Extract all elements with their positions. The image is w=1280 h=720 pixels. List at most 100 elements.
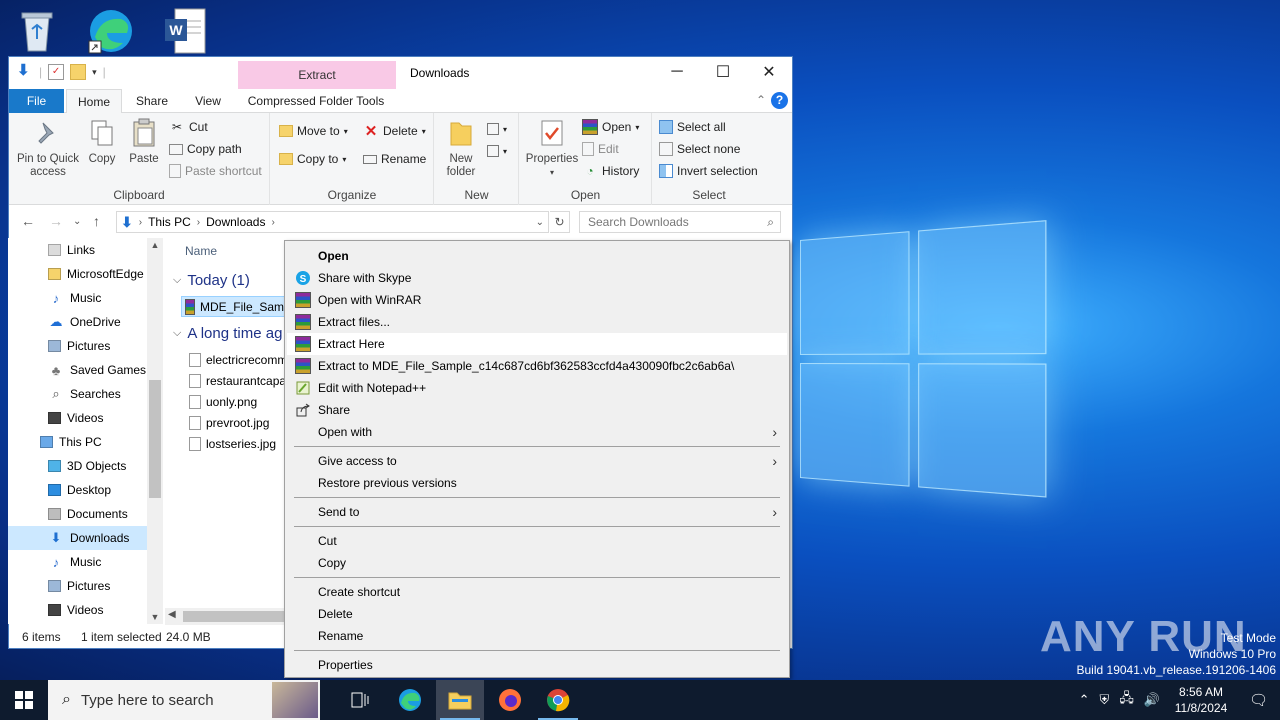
notification-icon[interactable]: 🗨 bbox=[1249, 691, 1268, 709]
menu-item-edit-with-notepad-plus-plus[interactable]: Edit with Notepad++ bbox=[287, 377, 787, 399]
network-icon[interactable]: 🖧 bbox=[1119, 689, 1134, 711]
menu-item-open-with-winrar[interactable]: Open with WinRAR bbox=[287, 289, 787, 311]
edge-shortcut-icon[interactable] bbox=[86, 6, 136, 56]
sidebar-item-music[interactable]: ♪ Music bbox=[8, 550, 147, 574]
nav-scrollbar-thumb[interactable] bbox=[149, 380, 161, 498]
close-button[interactable]: ✕ bbox=[746, 57, 792, 87]
menu-item-rename[interactable]: Rename bbox=[287, 625, 787, 647]
list-item[interactable]: MDE_File_Sam bbox=[181, 296, 285, 317]
tab-compressed-folder-tools[interactable]: Compressed Folder Tools bbox=[241, 89, 391, 113]
task-view-icon[interactable] bbox=[336, 680, 384, 720]
menu-item-share-with-skype[interactable]: S Share with Skype bbox=[287, 267, 787, 289]
recent-locations-icon[interactable]: ⌄ bbox=[73, 216, 81, 227]
taskbar-search-input[interactable]: ⌕ Type here to search bbox=[48, 680, 320, 720]
address-dropdown-icon[interactable]: ⌄ bbox=[536, 217, 544, 228]
file-explorer-taskbar-icon[interactable] bbox=[436, 680, 484, 720]
taskbar-clock[interactable]: 8:56 AM 11/8/2024 bbox=[1166, 684, 1236, 716]
tab-view[interactable]: View bbox=[185, 89, 231, 113]
tab-file[interactable]: File bbox=[9, 89, 64, 113]
cut-button[interactable]: ✂ Cut bbox=[169, 117, 208, 137]
chrome-taskbar-icon[interactable] bbox=[534, 680, 582, 720]
copy-path-button[interactable]: Copy path bbox=[169, 139, 242, 159]
show-hidden-icons-icon[interactable]: ⌃ bbox=[1079, 692, 1090, 708]
rename-button[interactable]: Rename bbox=[363, 149, 426, 169]
sidebar-item-pictures[interactable]: Pictures bbox=[8, 574, 147, 598]
sidebar-item-documents[interactable]: Documents bbox=[8, 502, 147, 526]
group-a-long-time-ago[interactable]: ⌵ A long time ag bbox=[173, 325, 282, 342]
sidebar-item-videos[interactable]: Videos bbox=[8, 598, 147, 622]
sidebar-item-this-pc[interactable]: This PC bbox=[8, 430, 147, 454]
refresh-icon[interactable]: ↻ bbox=[550, 211, 570, 233]
select-all-button[interactable]: Select all bbox=[659, 117, 726, 137]
minimize-button[interactable]: ─ bbox=[654, 57, 700, 87]
sidebar-item-downloads[interactable]: ⬇ Downloads bbox=[8, 526, 147, 550]
sidebar-item-pictures[interactable]: Pictures bbox=[8, 334, 147, 358]
up-arrow-icon[interactable]: ↑ bbox=[93, 213, 100, 229]
sidebar-item-3d-objects[interactable]: 3D Objects bbox=[8, 454, 147, 478]
firefox-taskbar-icon[interactable] bbox=[486, 680, 534, 720]
nav-scrollbar[interactable]: ▲ ▼ bbox=[147, 238, 163, 624]
menu-item-extract-to-folder[interactable]: Extract to MDE_File_Sample_c14c687cd6bf3… bbox=[287, 355, 787, 377]
invert-selection-button[interactable]: Invert selection bbox=[659, 161, 758, 181]
horizontal-scrollbar-thumb[interactable] bbox=[183, 611, 293, 622]
properties-checkmark-icon[interactable]: ✓ bbox=[48, 64, 65, 80]
paste-button[interactable]: Paste bbox=[127, 117, 161, 166]
menu-item-send-to[interactable]: Send to › bbox=[287, 501, 787, 523]
tab-share[interactable]: Share bbox=[129, 89, 175, 113]
menu-item-open-with[interactable]: Open with › bbox=[287, 421, 787, 443]
customize-qat-icon[interactable]: ▾ bbox=[92, 67, 97, 78]
select-none-button[interactable]: Select none bbox=[659, 139, 740, 159]
menu-item-extract-here[interactable]: Extract Here bbox=[287, 333, 787, 355]
breadcrumb-this-pc[interactable]: This PC bbox=[148, 215, 191, 229]
sidebar-item-onedrive[interactable]: ☁ OneDrive bbox=[8, 310, 147, 334]
properties-button[interactable]: Properties ▾ bbox=[524, 117, 580, 179]
back-arrow-icon[interactable]: ← bbox=[21, 213, 35, 229]
column-header-name[interactable]: Name bbox=[185, 244, 217, 258]
maximize-button[interactable]: ☐ bbox=[700, 57, 746, 87]
sidebar-item-videos[interactable]: Videos bbox=[8, 406, 147, 430]
word-document-icon[interactable]: W bbox=[160, 6, 210, 56]
sidebar-item-saved-games[interactable]: ♣ Saved Games bbox=[8, 358, 147, 382]
sidebar-item-microsoftedge[interactable]: MicrosoftEdge bbox=[8, 262, 147, 286]
new-item-button[interactable]: ▾ bbox=[487, 119, 507, 139]
edge-taskbar-icon[interactable] bbox=[386, 680, 434, 720]
sidebar-item-searches[interactable]: ⌕ Searches bbox=[8, 382, 147, 406]
address-bar[interactable]: ⬇ › This PC › Downloads › ⌄ bbox=[116, 211, 549, 233]
delete-button[interactable]: ✕ Delete ▾ bbox=[363, 121, 426, 141]
menu-item-share[interactable]: Share bbox=[287, 399, 787, 421]
new-folder-button[interactable]: New folder bbox=[441, 117, 481, 179]
menu-item-properties[interactable]: Properties bbox=[287, 654, 787, 676]
menu-item-give-access-to[interactable]: Give access to › bbox=[287, 450, 787, 472]
menu-item-restore-previous-versions[interactable]: Restore previous versions bbox=[287, 472, 787, 494]
move-to-button[interactable]: Move to ▾ bbox=[279, 121, 348, 141]
open-button[interactable]: Open ▾ bbox=[582, 117, 639, 137]
copy-button[interactable]: Copy bbox=[85, 117, 119, 166]
breadcrumb-downloads[interactable]: Downloads bbox=[206, 215, 265, 229]
list-item[interactable]: prevroot.jpg bbox=[189, 412, 269, 433]
list-item[interactable]: lostseries.jpg bbox=[189, 433, 276, 454]
tab-home[interactable]: Home bbox=[66, 89, 122, 114]
menu-item-cut[interactable]: Cut bbox=[287, 530, 787, 552]
sidebar-item-desktop[interactable]: Desktop bbox=[8, 478, 147, 502]
copy-to-button[interactable]: Copy to ▾ bbox=[279, 149, 346, 169]
volume-icon[interactable]: 🔊 bbox=[1144, 692, 1160, 708]
start-button[interactable] bbox=[0, 680, 48, 720]
sidebar-item-links[interactable]: Links bbox=[8, 238, 147, 262]
recycle-bin-icon[interactable] bbox=[12, 6, 62, 56]
menu-item-create-shortcut[interactable]: Create shortcut bbox=[287, 581, 787, 603]
menu-item-delete[interactable]: Delete bbox=[287, 603, 787, 625]
menu-item-open[interactable]: Open bbox=[287, 245, 787, 267]
easy-access-button[interactable]: ▾ bbox=[487, 141, 507, 161]
security-icon[interactable]: ⛨ bbox=[1100, 692, 1110, 708]
horizontal-scrollbar[interactable]: ◀ bbox=[165, 608, 295, 625]
menu-item-extract-files[interactable]: Extract files... bbox=[287, 311, 787, 333]
help-icon[interactable]: ? bbox=[771, 92, 788, 109]
forward-arrow-icon[interactable]: → bbox=[49, 213, 63, 229]
history-button[interactable]: ◔ History bbox=[582, 161, 639, 181]
search-input[interactable]: Search Downloads ⌕ bbox=[579, 211, 781, 233]
sidebar-item-music[interactable]: ♪ Music bbox=[8, 286, 147, 310]
group-today[interactable]: ⌵ Today (1) bbox=[173, 272, 250, 289]
list-item[interactable]: uonly.png bbox=[189, 391, 257, 412]
new-folder-icon[interactable] bbox=[70, 64, 87, 80]
extract-context-tab[interactable]: Extract bbox=[238, 61, 396, 89]
